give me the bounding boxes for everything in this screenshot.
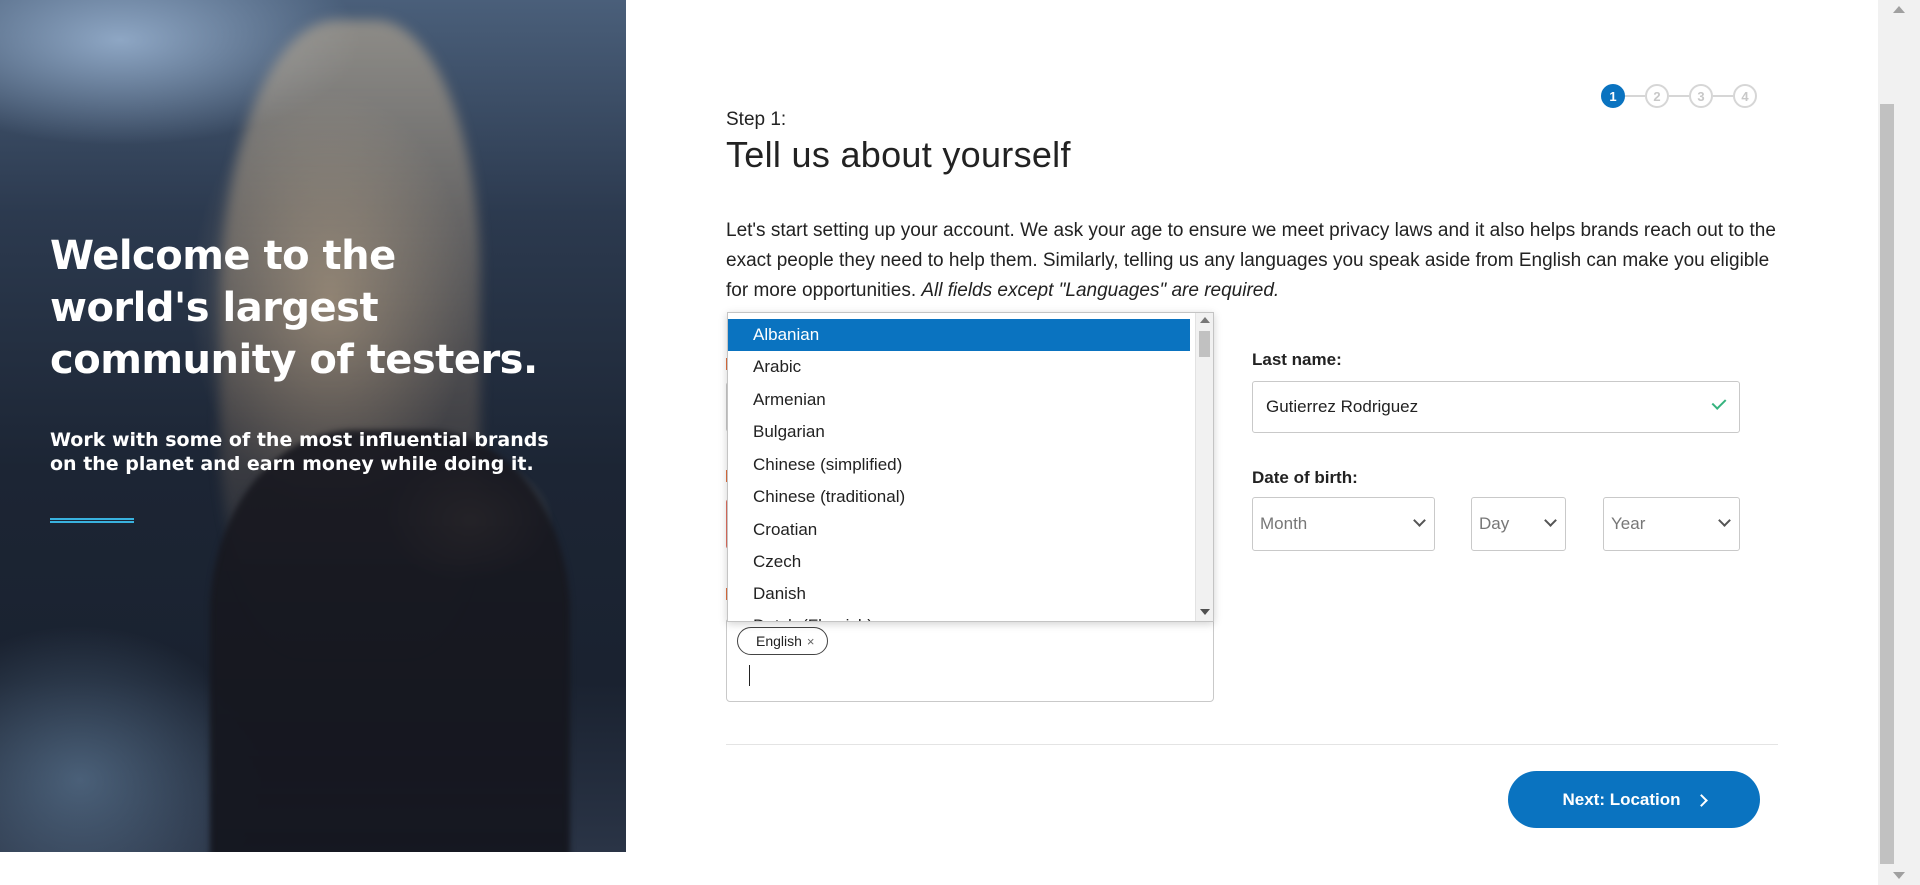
- language-option[interactable]: Czech: [728, 546, 1190, 578]
- step-label: Step 1:: [726, 109, 787, 130]
- intro-text: Let's start setting up your account. We …: [726, 216, 1786, 306]
- step-connector: [1625, 95, 1645, 97]
- scroll-thumb[interactable]: [1199, 331, 1210, 357]
- step-connector: [1713, 95, 1733, 97]
- text-cursor: [749, 665, 750, 686]
- last-name-input[interactable]: Gutierrez Rodriguez: [1252, 381, 1740, 433]
- step-connector: [1669, 95, 1689, 97]
- next-button-label: Next: Location: [1562, 789, 1681, 809]
- dob-year-select[interactable]: Year: [1603, 497, 1740, 551]
- dob-month-value: Month: [1260, 514, 1308, 533]
- chevron-down-icon: [1413, 514, 1426, 527]
- scroll-down-arrow-icon[interactable]: [1893, 872, 1905, 879]
- chevron-right-icon: [1694, 793, 1708, 807]
- language-option[interactable]: Chinese (simplified): [728, 449, 1190, 481]
- language-option[interactable]: Chinese (traditional): [728, 481, 1190, 513]
- dropdown-scrollbar[interactable]: [1195, 313, 1213, 621]
- language-chip-label: English: [756, 633, 802, 649]
- step-1-indicator: 1: [1601, 84, 1625, 108]
- dob-year-value: Year: [1611, 514, 1646, 533]
- scroll-down-arrow-icon[interactable]: [1200, 609, 1210, 615]
- languages-input[interactable]: English ×: [726, 618, 1214, 702]
- page-title: Tell us about yourself: [726, 134, 1071, 175]
- progress-stepper: 1 2 3 4: [1601, 84, 1757, 108]
- language-option[interactable]: Albanian: [728, 319, 1190, 351]
- signup-form-area: 1 2 3 4 Step 1: Tell us about yourself L…: [626, 0, 1878, 885]
- last-name-label: Last name:: [1252, 350, 1342, 369]
- scroll-up-arrow-icon[interactable]: [1893, 6, 1905, 13]
- dob-day-select[interactable]: Day: [1471, 497, 1566, 551]
- hero-accent-line: [50, 518, 134, 523]
- languages-dropdown[interactable]: Albanian Arabic Armenian Bulgarian Chine…: [727, 312, 1214, 622]
- dob-month-select[interactable]: Month: [1252, 497, 1435, 551]
- check-icon: [1713, 396, 1725, 416]
- window-scrollbar[interactable]: [1878, 0, 1920, 885]
- step-2-indicator: 2: [1645, 84, 1669, 108]
- language-option[interactable]: Dutch (Flemish): [728, 610, 1190, 621]
- hero-photo-figure: [210, 430, 570, 852]
- hero-panel: Welcome to the world's largest community…: [0, 0, 626, 852]
- page-bottom: [0, 852, 1878, 885]
- language-option[interactable]: Danish: [728, 578, 1190, 610]
- footer-divider: [726, 744, 1778, 745]
- language-option[interactable]: Armenian: [728, 384, 1190, 416]
- last-name-value: Gutierrez Rodriguez: [1266, 397, 1419, 416]
- hero-title: Welcome to the world's largest community…: [50, 233, 538, 383]
- scroll-up-arrow-icon[interactable]: [1200, 317, 1210, 323]
- language-chip[interactable]: English ×: [737, 627, 828, 655]
- chevron-down-icon: [1544, 514, 1557, 527]
- language-option[interactable]: Bulgarian: [728, 416, 1190, 448]
- window-scroll-thumb[interactable]: [1880, 104, 1894, 864]
- next-location-button[interactable]: Next: Location: [1508, 771, 1760, 828]
- close-icon[interactable]: ×: [807, 634, 815, 649]
- hero-subtitle: Work with some of the most influential b…: [50, 429, 549, 475]
- dob-day-value: Day: [1479, 514, 1510, 533]
- step-4-indicator: 4: [1733, 84, 1757, 108]
- dob-label: Date of birth:: [1252, 468, 1358, 487]
- chevron-down-icon: [1718, 514, 1731, 527]
- language-option[interactable]: Arabic: [728, 351, 1190, 383]
- intro-required-note: All fields except "Languages" are requir…: [921, 280, 1280, 301]
- step-3-indicator: 3: [1689, 84, 1713, 108]
- language-option[interactable]: Croatian: [728, 514, 1190, 546]
